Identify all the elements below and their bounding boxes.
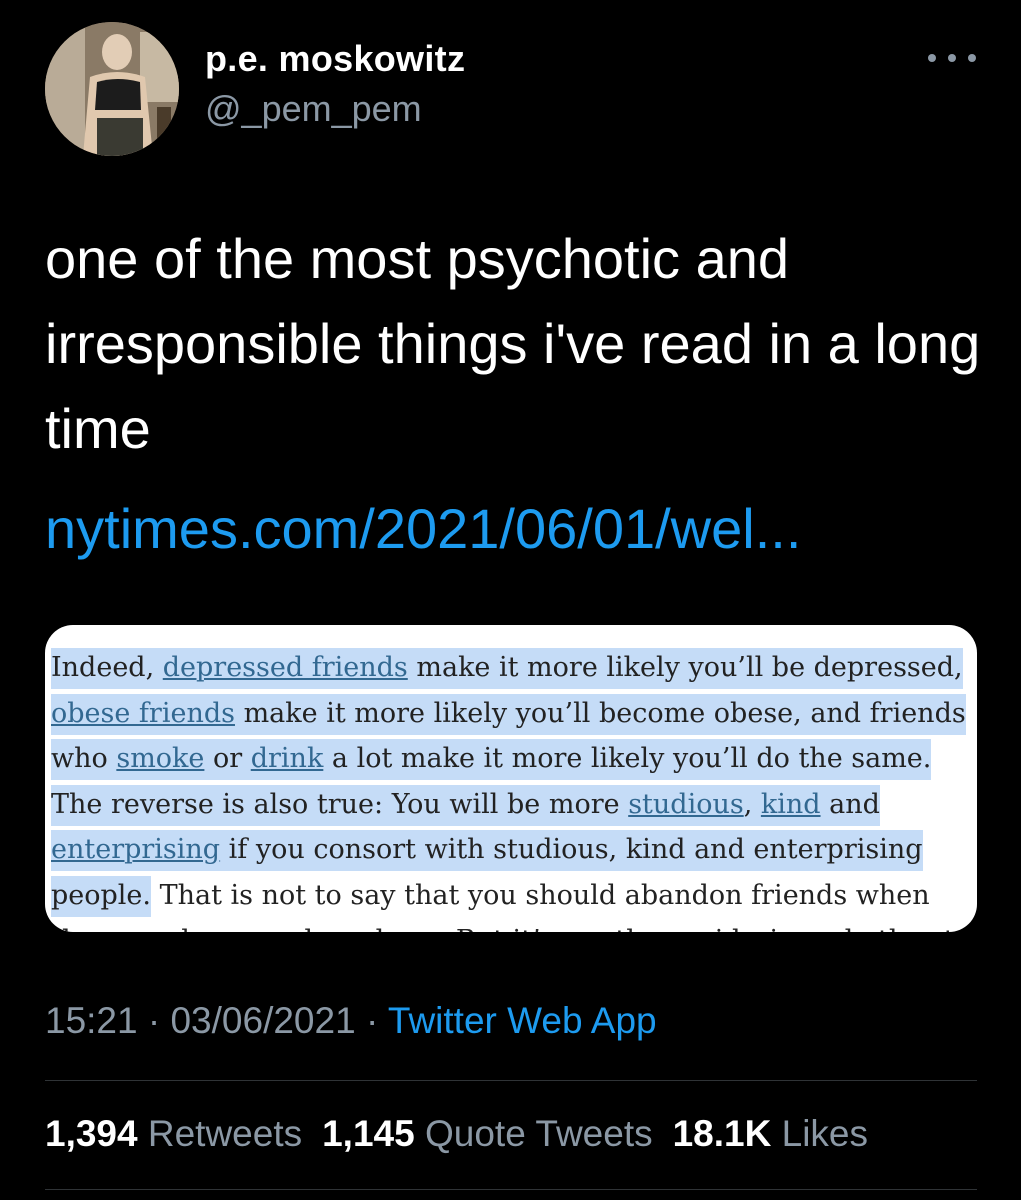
excerpt-line: enterprising if you consort with studiou… xyxy=(51,827,971,873)
meta-separator: · xyxy=(137,1000,171,1041)
more-options-button[interactable] xyxy=(928,40,976,76)
excerpt-link: smoke xyxy=(116,743,205,774)
divider xyxy=(45,1080,977,1081)
retweets-stat[interactable]: 1,394 Retweets xyxy=(45,1113,302,1154)
excerpt-text: Indeed, xyxy=(51,652,163,683)
tweet-date[interactable]: 03/06/2021 xyxy=(170,1000,355,1041)
more-horizontal-icon-dot xyxy=(948,54,956,62)
quote-tweets-stat[interactable]: 1,145 Quote Tweets xyxy=(322,1113,653,1154)
display-name[interactable]: p.e. moskowitz xyxy=(205,38,465,80)
more-horizontal-icon xyxy=(928,54,936,62)
article-excerpt: Indeed, depressed friends make it more l… xyxy=(51,645,971,932)
excerpt-text: make it more likely you’ll become obese,… xyxy=(234,697,966,729)
meta-separator: · xyxy=(355,1000,388,1041)
tweet-link[interactable]: nytimes.com/2021/06/01/wel... xyxy=(45,494,801,564)
avatar[interactable] xyxy=(45,22,179,156)
excerpt-link: depressed friends xyxy=(162,652,408,683)
quote-tweets-label: Quote Tweets xyxy=(424,1113,653,1154)
excerpt-text: or xyxy=(204,743,251,774)
excerpt-text: The reverse is also true: You will be mo… xyxy=(51,788,629,820)
excerpt-line-cutoff: they are depressed or obese. But it’s wo… xyxy=(51,918,971,932)
likes-count: 18.1K xyxy=(672,1113,772,1154)
tweet-metadata: 15:21 · 03/06/2021 · Twitter Web App xyxy=(45,1000,657,1042)
excerpt-link: drink xyxy=(250,743,324,774)
excerpt-link: obese friends xyxy=(51,697,235,729)
tweet-time[interactable]: 15:21 xyxy=(45,1000,138,1041)
excerpt-text: make it more likely you’ll be depressed, xyxy=(407,652,963,683)
excerpt-text: who xyxy=(51,743,117,774)
tweet-source[interactable]: Twitter Web App xyxy=(388,1000,657,1041)
excerpt-link: studious xyxy=(628,788,744,820)
likes-stat[interactable]: 18.1K Likes xyxy=(673,1113,868,1154)
excerpt-text: That is not to say that you should aband… xyxy=(151,879,930,911)
retweets-label: Retweets xyxy=(147,1113,303,1154)
excerpt-line: Indeed, depressed friends make it more l… xyxy=(51,645,971,691)
likes-label: Likes xyxy=(781,1113,869,1154)
engagement-stats: 1,394 Retweets 1,145 Quote Tweets 18.1K Li… xyxy=(45,1113,888,1155)
excerpt-text: a lot make it more likely you’ll do the … xyxy=(323,743,932,774)
retweets-count: 1,394 xyxy=(45,1113,138,1154)
divider xyxy=(45,1189,977,1190)
excerpt-line: who smoke or drink a lot make it more li… xyxy=(51,736,971,782)
excerpt-text: people. xyxy=(51,875,151,917)
quote-tweets-count: 1,145 xyxy=(322,1113,415,1154)
excerpt-link: enterprising xyxy=(51,834,221,865)
more-horizontal-icon-dot xyxy=(968,54,976,62)
tweet-image[interactable]: Indeed, depressed friends make it more l… xyxy=(45,625,977,932)
excerpt-text: , xyxy=(743,788,761,820)
user-handle[interactable]: @_pem_pem xyxy=(205,88,422,130)
tweet-text: one of the most psychotic and irresponsi… xyxy=(45,227,981,460)
excerpt-line: people. That is not to say that you shou… xyxy=(51,873,971,919)
excerpt-text: if you consort with studious, kind and e… xyxy=(220,834,923,865)
excerpt-link: kind xyxy=(760,788,821,820)
avatar-photo xyxy=(45,22,179,156)
excerpt-line: obese friends make it more likely you’ll… xyxy=(51,691,971,737)
excerpt-line: The reverse is also true: You will be mo… xyxy=(51,782,971,828)
excerpt-text: and xyxy=(820,788,880,820)
